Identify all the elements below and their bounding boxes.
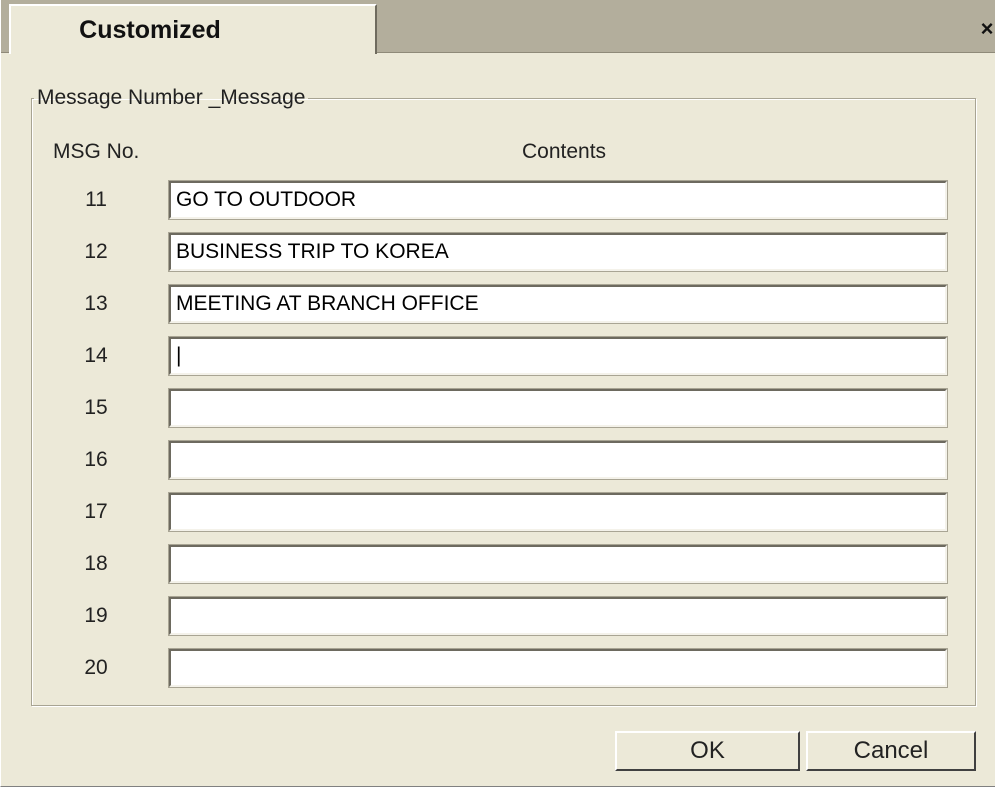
message-input[interactable]: [168, 180, 948, 220]
message-input[interactable]: [168, 492, 948, 532]
tab-customized[interactable]: Customized: [9, 4, 377, 54]
message-input[interactable]: [168, 232, 948, 272]
message-number: 13: [84, 292, 108, 315]
message-number: 11: [85, 188, 107, 211]
message-input[interactable]: [168, 336, 948, 376]
message-number: 15: [84, 396, 108, 419]
message-number: 17: [84, 500, 108, 523]
message-number: 12: [84, 240, 108, 263]
ok-button[interactable]: OK: [615, 731, 800, 771]
message-input[interactable]: [168, 284, 948, 324]
tab-customized-label: Customized: [79, 16, 221, 44]
message-input[interactable]: [168, 440, 948, 480]
column-header-msg-no: MSG No.: [53, 140, 140, 163]
close-icon[interactable]: ×: [976, 16, 995, 42]
message-number: 16: [84, 448, 108, 471]
title-bar: Customized ×: [1, 0, 995, 54]
message-number: 18: [84, 552, 108, 575]
group-legend: Message Number _Message: [37, 86, 306, 109]
cancel-button[interactable]: Cancel: [806, 731, 976, 771]
column-header-contents: Contents: [522, 140, 607, 163]
message-input[interactable]: [168, 388, 948, 428]
message-input[interactable]: [168, 648, 948, 688]
message-number: 14: [84, 344, 108, 367]
message-number: 20: [84, 656, 108, 679]
customized-dialog: Customized × Message Number _Message MSG…: [0, 0, 995, 787]
message-number: 19: [84, 604, 108, 627]
message-input[interactable]: [168, 544, 948, 584]
message-input[interactable]: [168, 596, 948, 636]
